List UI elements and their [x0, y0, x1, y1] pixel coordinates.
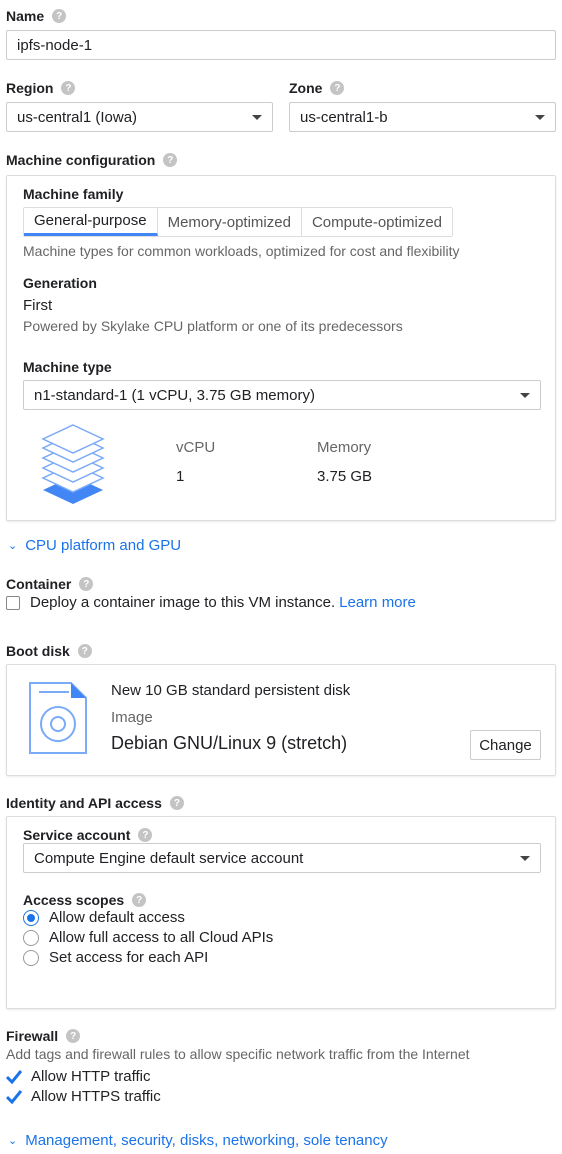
container-label: Container? [6, 576, 94, 592]
dropdown-arrow-icon [535, 114, 545, 120]
tab-general-purpose[interactable]: General-purpose [24, 208, 158, 236]
name-input[interactable]: ipfs-node-1 [6, 30, 556, 60]
https-option: Allow HTTPS traffic [6, 1088, 161, 1105]
help-icon[interactable]: ? [138, 828, 153, 842]
boot-disk-title: New 10 GB standard persistent disk [111, 682, 351, 699]
zone-select[interactable]: us-central1-b [289, 102, 556, 132]
tab-memory-optimized[interactable]: Memory-optimized [158, 208, 302, 236]
identity-label: Identity and API access? [6, 795, 184, 811]
generation-description: Powered by Skylake CPU platform or one o… [23, 318, 403, 334]
dropdown-arrow-icon [252, 114, 262, 120]
dropdown-arrow-icon [520, 392, 530, 398]
help-icon[interactable]: ? [66, 1029, 81, 1043]
radio-button[interactable] [23, 929, 39, 946]
scope-label: Set access for each API [49, 949, 209, 966]
disk-image-icon [29, 682, 87, 754]
firewall-description: Add tags and firewall rules to allow spe… [6, 1046, 470, 1062]
help-icon[interactable]: ? [77, 644, 92, 658]
scope-option-full[interactable]: Allow full access to all Cloud APIs [23, 929, 273, 946]
http-label: Allow HTTP traffic [31, 1068, 151, 1085]
help-icon[interactable]: ? [169, 796, 184, 810]
scope-label: Allow full access to all Cloud APIs [49, 929, 274, 946]
container-option: Deploy a container image to this VM inst… [6, 594, 416, 611]
machine-config-label: Machine configuration? [6, 152, 178, 168]
https-checkbox[interactable] [6, 1089, 22, 1105]
http-option: Allow HTTP traffic [6, 1068, 150, 1085]
memory-label: Memory [317, 439, 372, 456]
https-label: Allow HTTPS traffic [31, 1088, 161, 1105]
image-label: Image [111, 709, 153, 726]
scope-label: Allow default access [49, 909, 185, 926]
image-value: Debian GNU/Linux 9 (stretch) [111, 733, 348, 753]
boot-disk-label: Boot disk? [6, 643, 92, 659]
help-icon[interactable]: ? [79, 577, 94, 591]
machine-family-tabs: General-purpose Memory-optimized Compute… [23, 207, 454, 237]
generation-label: Generation [23, 275, 97, 291]
help-icon[interactable]: ? [330, 81, 345, 95]
dropdown-arrow-icon [520, 855, 530, 861]
service-account-select[interactable]: Compute Engine default service account [23, 843, 541, 873]
machine-config-card: Machine family General-purpose Memory-op… [6, 175, 556, 521]
help-icon[interactable]: ? [52, 9, 67, 23]
generation-value: First [23, 297, 53, 314]
boot-disk-card: New 10 GB standard persistent disk Image… [6, 664, 556, 776]
name-label: Name? [6, 8, 67, 24]
identity-card: Service account? Compute Engine default … [6, 816, 556, 1009]
help-icon[interactable]: ? [163, 153, 178, 167]
scope-option-default[interactable]: Allow default access [23, 909, 185, 926]
machine-family-label: Machine family [23, 186, 124, 202]
machine-layers-icon [41, 424, 105, 504]
help-icon[interactable]: ? [132, 893, 147, 907]
vcpu-label: vCPU [176, 439, 216, 456]
chevron-down-icon: ⌄ [8, 1135, 18, 1147]
radio-button[interactable] [23, 909, 39, 926]
service-account-label: Service account? [23, 827, 153, 843]
family-description: Machine types for common workloads, opti… [23, 243, 460, 259]
help-icon[interactable]: ? [61, 81, 76, 95]
cpu-platform-link[interactable]: ⌄ CPU platform and GPU [8, 537, 181, 554]
scope-option-each[interactable]: Set access for each API [23, 949, 208, 966]
learn-more-link[interactable]: Learn more [339, 594, 416, 611]
memory-value: 3.75 GB [317, 468, 373, 485]
checkmark-icon [6, 1069, 22, 1084]
checkmark-icon [6, 1089, 22, 1104]
tab-compute-optimized[interactable]: Compute-optimized [302, 208, 452, 236]
change-button[interactable]: Change [470, 730, 541, 760]
management-link[interactable]: ⌄ Management, security, disks, networking… [8, 1132, 388, 1149]
region-select[interactable]: us-central1 (Iowa) [6, 102, 273, 132]
container-checkbox[interactable] [6, 595, 20, 610]
radio-button[interactable] [23, 949, 39, 966]
chevron-down-icon: ⌄ [8, 540, 18, 552]
container-checkbox-label: Deploy a container image to this VM inst… [30, 594, 336, 611]
zone-label: Zone? [289, 80, 345, 96]
vcpu-value: 1 [176, 468, 185, 485]
http-checkbox[interactable] [6, 1069, 22, 1085]
machine-type-label: Machine type [23, 359, 112, 375]
region-label: Region? [6, 80, 76, 96]
access-scopes-label: Access scopes? [23, 892, 147, 908]
machine-type-select[interactable]: n1-standard-1 (1 vCPU, 3.75 GB memory) [23, 380, 541, 410]
firewall-label: Firewall? [6, 1028, 81, 1044]
